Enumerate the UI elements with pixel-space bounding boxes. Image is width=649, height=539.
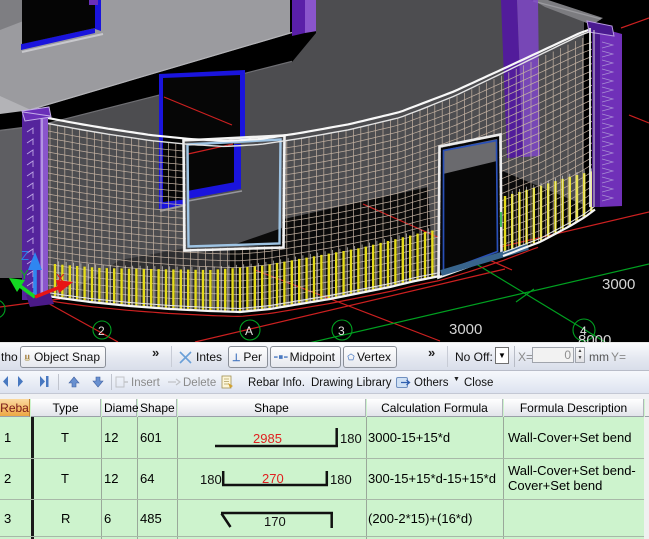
svg-text:3000: 3000 <box>449 321 482 338</box>
svg-text:170: 170 <box>264 514 286 529</box>
svg-text:180: 180 <box>330 472 352 487</box>
svg-text:A: A <box>245 324 253 338</box>
svg-text:270: 270 <box>262 471 284 486</box>
svg-text:2: 2 <box>98 324 105 338</box>
svg-text:180: 180 <box>200 472 222 487</box>
svg-text:Y: Y <box>20 267 29 282</box>
svg-text:180: 180 <box>340 431 362 446</box>
svg-text:Z: Z <box>21 248 29 263</box>
svg-text:3: 3 <box>338 324 345 338</box>
svg-text:3000: 3000 <box>602 276 635 293</box>
svg-text:X: X <box>56 271 65 286</box>
svg-text:2985: 2985 <box>253 431 282 446</box>
svg-text:8000: 8000 <box>578 332 611 342</box>
